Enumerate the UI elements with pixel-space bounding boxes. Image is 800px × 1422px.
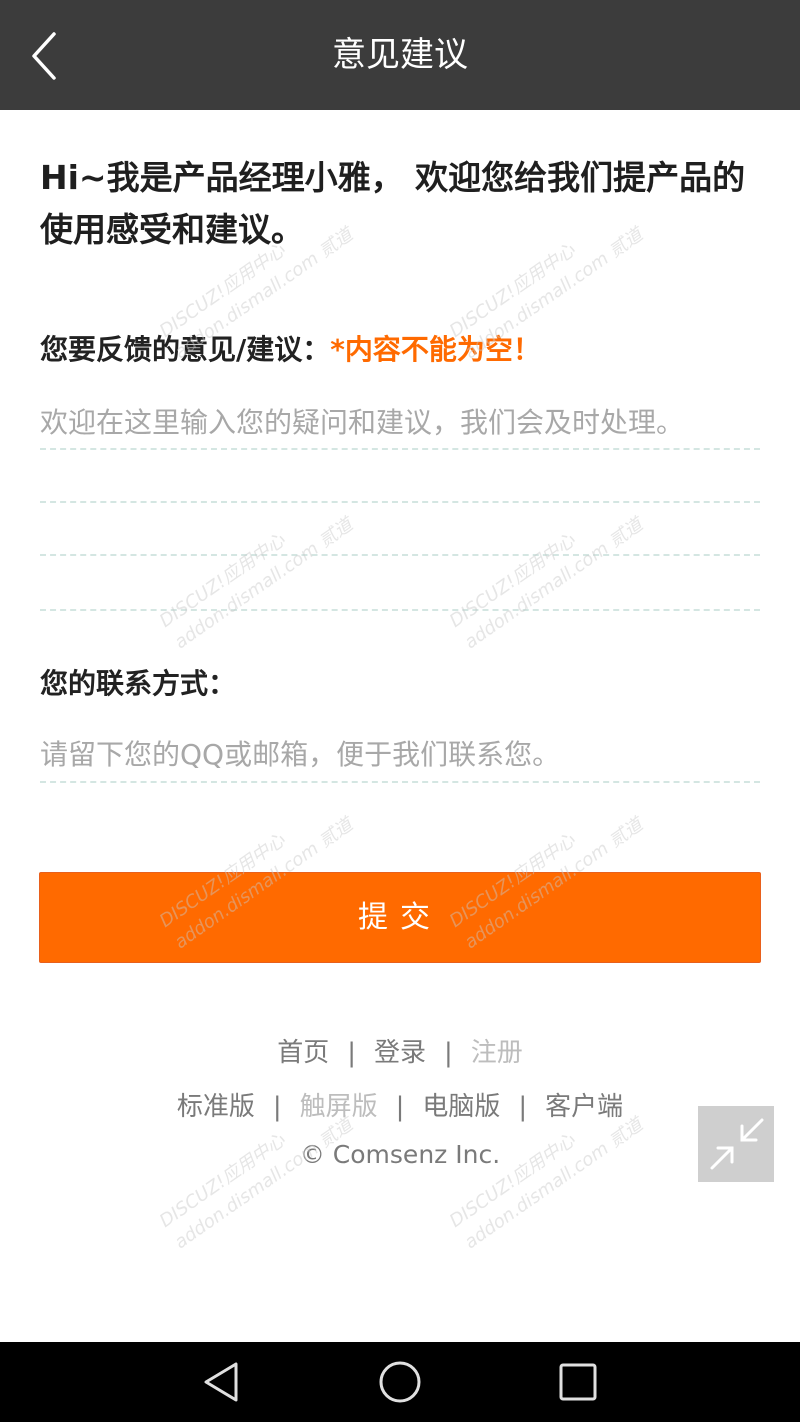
footer-link-home[interactable]: 首页 [277,1038,329,1068]
line-divider [40,609,760,611]
line-divider [40,781,760,783]
contact-label: 您的联系方式： [40,667,237,700]
nav-home-button[interactable] [376,1358,424,1406]
footer-link-client[interactable]: 客户端 [545,1092,623,1122]
footer-links-versions: 标准版 | 触屏版 | 电脑版 | 客户端 [0,1086,800,1123]
circle-home-icon [379,1361,421,1403]
top-bar: 意见建议 [0,0,800,110]
footer-link-desktop[interactable]: 电脑版 [422,1092,500,1122]
nav-back-button[interactable] [198,1358,246,1406]
system-nav-bar [0,1342,800,1422]
footer-links-primary: 首页 | 登录 | 注册 [0,1032,800,1069]
square-recents-icon [559,1363,597,1401]
triangle-back-icon [204,1362,238,1402]
footer-separator: | [518,1092,528,1122]
footer-separator: | [272,1092,282,1122]
contact-input[interactable] [40,728,760,780]
footer-separator: | [444,1038,453,1068]
copyright-text: © Comsenz Inc. [299,1140,501,1169]
feedback-label-text: 您要反馈的意见/建议： [40,333,331,366]
feedback-textarea[interactable] [40,396,760,608]
minimize-arrows-icon [710,1118,764,1170]
footer-link-register[interactable]: 注册 [471,1038,523,1068]
collapse-button[interactable] [698,1106,774,1182]
footer-link-touch[interactable]: 触屏版 [300,1092,378,1122]
feedback-error-text: *内容不能为空！ [330,333,541,366]
footer-separator: | [395,1092,405,1122]
footer-link-standard[interactable]: 标准版 [177,1092,255,1122]
footer-separator: | [347,1038,356,1068]
submit-button[interactable]: 提交 [39,872,761,963]
intro-text: Hi~我是产品经理小雅， 欢迎您给我们提产品的使用感受和建议。 [40,158,746,249]
page-title: 意见建议 [332,35,468,75]
footer-link-login[interactable]: 登录 [374,1038,426,1068]
nav-recents-button[interactable] [554,1358,602,1406]
feedback-label: 您要反馈的意见/建议：*内容不能为空！ [40,328,541,368]
